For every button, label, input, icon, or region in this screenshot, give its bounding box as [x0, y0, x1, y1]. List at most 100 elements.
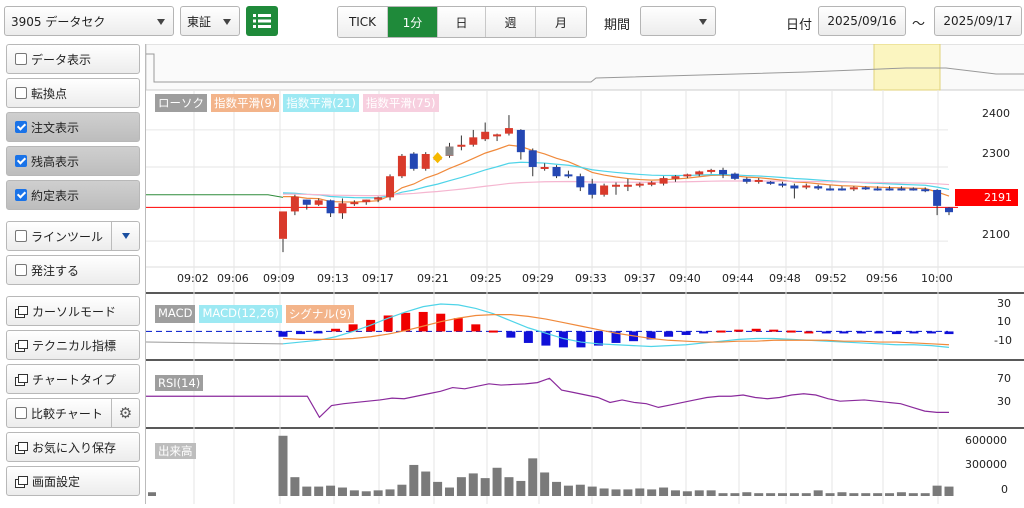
- macd-tick-10: 10: [997, 315, 1011, 328]
- market-select[interactable]: 東証: [180, 6, 240, 36]
- list-menu-button[interactable]: [246, 6, 278, 36]
- checkbox-icon[interactable]: [15, 264, 27, 276]
- volume-bar-38: [730, 493, 740, 496]
- candle-11: [409, 153, 418, 169]
- volume-bar-18: [492, 467, 502, 496]
- macd-bar-32: [839, 331, 849, 334]
- candle-44: [802, 185, 811, 188]
- volume-bar-29: [623, 489, 633, 496]
- last-price-value: 2191: [984, 191, 1012, 204]
- volume-bar-49: [861, 493, 871, 496]
- sidebar-item-label: 約定表示: [31, 188, 80, 203]
- candle-30: [635, 183, 644, 186]
- sidebar-item-4[interactable]: 約定表示: [6, 180, 140, 210]
- candle-1: [290, 196, 299, 212]
- price-tick-2300: 2300: [982, 147, 1010, 160]
- checkbox-checked-icon[interactable]: [15, 155, 27, 167]
- last-price-marker: 2191: [955, 189, 1018, 206]
- volume-bar-23: [552, 481, 562, 496]
- sidebar-item-6[interactable]: 発注する: [6, 255, 140, 285]
- time-tick-label: 09:06: [217, 272, 249, 285]
- gear-icon[interactable]: ⚙: [111, 399, 139, 427]
- checkbox-checked-icon[interactable]: [15, 189, 27, 201]
- volume-bar-0: [278, 435, 288, 496]
- sidebar-item-3[interactable]: 残高表示: [6, 146, 140, 176]
- candle-50: [873, 188, 882, 191]
- legend-signal: シグナル(9): [285, 305, 355, 323]
- sidebar-item-2[interactable]: 注文表示: [6, 112, 140, 142]
- period-label: 期間: [604, 18, 631, 33]
- price-tick-2400: 2400: [982, 107, 1010, 120]
- macd-bar-2: [313, 331, 323, 334]
- candle-24: [564, 174, 573, 177]
- volume-bar-11: [409, 464, 419, 496]
- date-to-input[interactable]: 2025/09/17: [934, 6, 1022, 36]
- chevron-down-icon: [699, 19, 707, 25]
- macd-bar-7: [401, 312, 411, 332]
- sidebar-item-5[interactable]: ラインツール: [6, 221, 140, 251]
- candle-40: [754, 179, 763, 182]
- tab-1min[interactable]: 1分: [388, 7, 438, 37]
- symbol-value: 3905 データセク: [11, 14, 106, 29]
- checkbox-icon[interactable]: [15, 87, 27, 99]
- checkbox-icon[interactable]: [15, 230, 27, 242]
- candle-56: [945, 207, 953, 213]
- checkbox-icon[interactable]: [15, 53, 27, 65]
- candle-27: [600, 185, 609, 195]
- sidebar-item-9[interactable]: チャートタイプ: [6, 364, 140, 394]
- checkbox-checked-icon[interactable]: [15, 121, 27, 133]
- date-separator: ～: [912, 17, 926, 32]
- line-tool-dropdown-icon[interactable]: [111, 222, 139, 250]
- volume-bar-4: [326, 485, 336, 496]
- macd-bar-29: [786, 330, 796, 333]
- sidebar-item-label: テクニカル指標: [32, 338, 117, 353]
- volume-bar-51: [885, 493, 895, 496]
- sidebar-item-12[interactable]: 画面設定: [6, 466, 140, 496]
- position-marker: [445, 146, 454, 156]
- macd-bar-38: [944, 331, 954, 335]
- macd-bar-35: [891, 331, 901, 335]
- sidebar-item-7[interactable]: カーソルモード: [6, 296, 140, 326]
- legend-ema9: 指数平滑(9): [211, 94, 280, 112]
- tab-day[interactable]: 日: [438, 7, 486, 37]
- legend-ema75: 指数平滑(75): [362, 94, 439, 112]
- candle-41: [766, 181, 775, 184]
- macd-bar-31: [821, 331, 831, 334]
- time-tick-label: 10:00: [921, 272, 953, 285]
- candle-55: [933, 189, 942, 206]
- volume-bar-45: [813, 490, 823, 496]
- macd-bar-0: [278, 331, 288, 337]
- sidebar-item-1[interactable]: 転換点: [6, 78, 140, 108]
- sidebar-item-label: 残高表示: [31, 154, 80, 169]
- volume-bar-10: [397, 484, 407, 496]
- volume-bar-30: [635, 488, 645, 496]
- sidebar-item-label: 転換点: [31, 86, 68, 101]
- volume-bar-3: [314, 486, 324, 496]
- sidebar-item-10[interactable]: 比較チャート ⚙: [6, 398, 140, 428]
- candle-5: [338, 203, 347, 214]
- macd-tick-30: 30: [997, 297, 1011, 310]
- legend-ema21: 指数平滑(21): [283, 94, 359, 112]
- tab-tick[interactable]: TICK: [338, 7, 388, 37]
- sidebar-item-label: カーソルモード: [32, 304, 117, 319]
- sidebar-item-8[interactable]: テクニカル指標: [6, 330, 140, 360]
- candle-8: [374, 197, 383, 200]
- period-select[interactable]: [640, 6, 716, 36]
- volume-bar-22: [540, 472, 550, 496]
- sidebar-item-11[interactable]: お気に入り保存: [6, 432, 140, 462]
- sidebar-item-0[interactable]: データ表示: [6, 44, 140, 74]
- volume-bar-52: [896, 492, 906, 496]
- candle-46: [826, 188, 835, 191]
- volume-bar-21: [528, 458, 538, 496]
- date-from-input[interactable]: 2025/09/16: [818, 6, 906, 36]
- time-tick-label: 09:37: [624, 272, 656, 285]
- candle-2: [302, 199, 311, 205]
- symbol-select[interactable]: 3905 データセク: [4, 6, 174, 36]
- checkbox-icon[interactable]: [15, 407, 27, 419]
- candle-53: [909, 188, 918, 191]
- volume-bar-43: [789, 493, 799, 496]
- tab-week[interactable]: 週: [486, 7, 536, 37]
- macd-bar-37: [926, 331, 936, 334]
- sidebar-item-label: 発注する: [31, 263, 80, 278]
- tab-month[interactable]: 月: [536, 7, 586, 37]
